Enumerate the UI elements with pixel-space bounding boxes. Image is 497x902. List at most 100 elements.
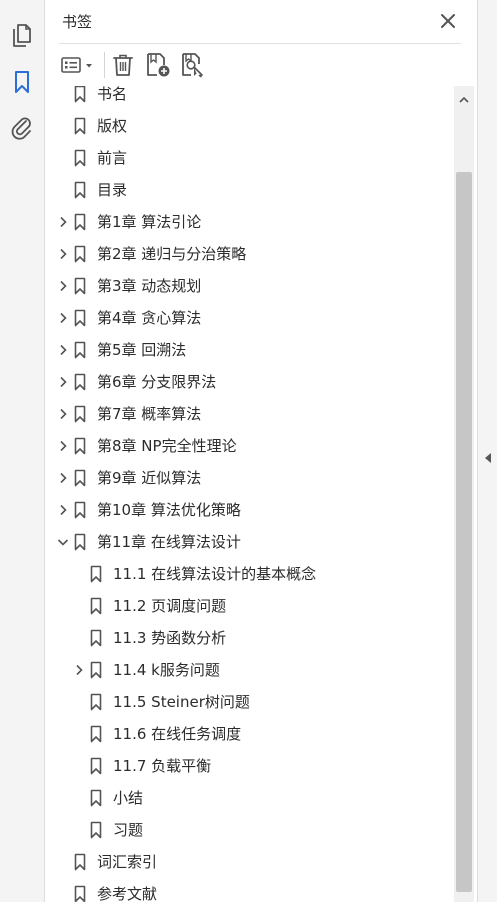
bookmark-label: 第4章 贪心算法 [97, 309, 202, 327]
chevron-right-icon[interactable] [55, 366, 71, 398]
bookmark-item[interactable]: 第3章 动态规划 [55, 270, 201, 302]
bookmark-item[interactable]: 11.4 k服务问题 [71, 654, 220, 686]
scroll-up-button[interactable] [454, 92, 474, 106]
bookmark-flag-icon [89, 750, 103, 782]
chevron-right-icon[interactable] [55, 238, 71, 270]
bookmark-flag-icon [89, 686, 103, 718]
bookmark-item[interactable]: 第10章 算法优化策略 [55, 494, 241, 526]
bookmarks-toolbar [45, 44, 477, 86]
chevron-right-icon[interactable] [71, 654, 87, 686]
chevron-right-icon[interactable] [55, 430, 71, 462]
bookmark-flag-icon [89, 590, 103, 622]
scroll-thumb[interactable] [456, 172, 472, 892]
bookmark-flag-icon [73, 846, 87, 878]
bookmark-label: 第8章 NP完全性理论 [97, 437, 237, 455]
bookmark-icon[interactable] [9, 69, 35, 95]
bookmark-flag-icon [73, 878, 87, 902]
chevron-right-icon[interactable] [55, 398, 71, 430]
bookmark-item[interactable]: 习题 [71, 814, 143, 846]
bookmark-label: 11.4 k服务问题 [113, 661, 220, 679]
vertical-scrollbar[interactable] [454, 86, 474, 902]
bookmark-label: 第2章 递归与分治策略 [97, 245, 247, 263]
bookmark-item[interactable]: 11.1 在线算法设计的基本概念 [71, 558, 316, 590]
bookmark-item[interactable]: 11.7 负载平衡 [71, 750, 211, 782]
delete-bookmark-button[interactable] [111, 51, 135, 79]
bookmark-flag-icon [73, 462, 87, 494]
attachment-icon[interactable] [9, 115, 35, 141]
bookmark-tree: 书名版权前言目录第1章 算法引论第2章 递归与分治策略 第3章 动态规划 第4章 贪… [45, 86, 452, 902]
bookmark-label: 第3章 动态规划 [97, 277, 202, 295]
bookmark-item[interactable]: 第11章 在线算法设计 [55, 526, 241, 558]
bookmark-item[interactable]: 前言 [55, 142, 127, 174]
find-bookmark-button[interactable] [179, 51, 207, 79]
chevron-right-icon[interactable] [55, 462, 71, 494]
panel-header: 书签 [45, 0, 477, 43]
bookmark-item[interactable]: 词汇索引 [55, 846, 157, 878]
bookmark-item[interactable]: 书名 [55, 86, 127, 110]
collapse-panel-button[interactable] [481, 448, 495, 468]
bookmark-item[interactable]: 第7章 概率算法 [55, 398, 201, 430]
bookmark-flag-icon [89, 558, 103, 590]
bookmark-item[interactable]: 目录 [55, 174, 127, 206]
navigation-rail [0, 0, 45, 902]
new-bookmark-icon [147, 53, 170, 77]
chevron-right-icon[interactable] [55, 206, 71, 238]
panel-title: 书签 [62, 13, 93, 31]
bookmark-item[interactable]: 参考文献 [55, 878, 157, 902]
bookmark-label: 第7章 概率算法 [97, 405, 202, 423]
bookmark-item[interactable]: 第5章 回溯法 [55, 334, 186, 366]
chevron-right-icon[interactable] [55, 302, 71, 334]
chevron-right-icon[interactable] [55, 270, 71, 302]
bookmark-label: 11.1 在线算法设计的基本概念 [113, 565, 317, 583]
chevron-down-icon[interactable] [55, 526, 71, 558]
bookmark-item[interactable]: 第1章 算法引论 [55, 206, 201, 238]
chevron-right-icon[interactable] [55, 494, 71, 526]
bookmark-label: 前言 [97, 149, 128, 167]
bookmark-item[interactable]: 小结 [71, 782, 143, 814]
bookmark-flag-icon [89, 782, 103, 814]
bookmark-item[interactable]: 第9章 近似算法 [55, 462, 201, 494]
bookmark-label: 目录 [97, 181, 128, 199]
bookmark-flag-icon [89, 654, 103, 686]
options-menu-button[interactable] [59, 51, 97, 79]
options-menu-icon [61, 57, 92, 73]
bookmark-label: 第11章 在线算法设计 [97, 533, 241, 551]
bookmark-item[interactable]: 第6章 分支限界法 [55, 366, 216, 398]
bookmark-label: 第5章 回溯法 [97, 341, 187, 359]
page-thumbnails-icon[interactable] [9, 22, 35, 48]
bookmark-item[interactable]: 第2章 递归与分治策略 [55, 238, 246, 270]
bookmark-item[interactable]: 第4章 贪心算法 [55, 302, 201, 334]
new-bookmark-button[interactable] [144, 51, 172, 79]
bookmark-flag-icon [73, 302, 87, 334]
bookmark-label: 词汇索引 [97, 853, 158, 871]
bookmark-label: 书名 [97, 86, 128, 103]
bookmark-item[interactable]: 第8章 NP完全性理论 [55, 430, 237, 462]
bookmark-flag-icon [89, 718, 103, 750]
bookmark-flag-icon [73, 110, 87, 142]
panel-collapse-strip [477, 0, 497, 902]
bookmark-label: 11.7 负载平衡 [113, 757, 212, 775]
bookmark-label: 11.5 Steiner树问题 [113, 693, 250, 711]
close-panel-button[interactable] [438, 11, 458, 31]
bookmark-item[interactable]: 版权 [55, 110, 127, 142]
bookmark-item[interactable]: 11.6 在线任务调度 [71, 718, 241, 750]
bookmark-label: 第1章 算法引论 [97, 213, 202, 231]
bookmark-item[interactable]: 11.5 Steiner树问题 [71, 686, 250, 718]
bookmark-flag-icon [89, 814, 103, 846]
bookmark-flag-icon [73, 366, 87, 398]
bookmark-flag-icon [73, 206, 87, 238]
bookmark-label: 版权 [97, 117, 128, 135]
bookmark-item[interactable]: 11.2 页调度问题 [71, 590, 226, 622]
chevron-right-icon[interactable] [55, 334, 71, 366]
bookmark-flag-icon [73, 430, 87, 462]
bookmark-item[interactable]: 11.3 势函数分析 [71, 622, 226, 654]
